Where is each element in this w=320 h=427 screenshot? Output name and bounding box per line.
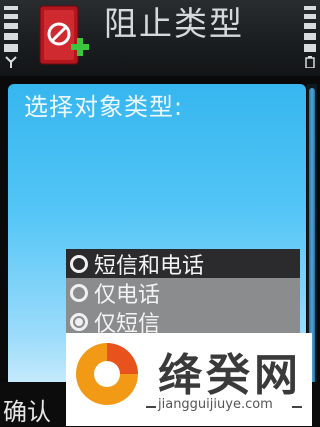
confirm-softkey[interactable]: 确认: [3, 392, 51, 427]
option-list: 短信和电话 仅电话 仅短信: [66, 249, 300, 337]
watermark: 绛癸网 jiangguijiuye.com: [66, 333, 312, 426]
radio-checked-icon[interactable]: [70, 312, 88, 331]
dialog-prompt: 选择对象类型:: [24, 93, 184, 121]
radio-icon[interactable]: [70, 254, 88, 273]
signal-strength-icon: [4, 6, 18, 68]
page-title: 阻止类型: [104, 4, 244, 43]
watermark-divider-right: [292, 406, 302, 408]
battery-level-icon: [304, 6, 316, 68]
option-call-only[interactable]: 仅电话: [66, 278, 300, 308]
title-bar: 阻止类型: [0, 0, 320, 76]
watermark-domain: jiangguijiuye.com: [158, 397, 273, 412]
watermark-divider-left: [146, 406, 156, 408]
watermark-logo-icon: [76, 343, 138, 405]
option-label: 仅电话: [94, 282, 161, 308]
option-sms-only[interactable]: 仅短信: [66, 307, 300, 337]
option-sms-and-call[interactable]: 短信和电话: [66, 249, 300, 279]
option-label: 短信和电话: [94, 253, 205, 279]
watermark-name: 绛癸网: [158, 350, 302, 401]
block-add-icon: [39, 5, 89, 65]
radio-icon[interactable]: [70, 283, 88, 302]
